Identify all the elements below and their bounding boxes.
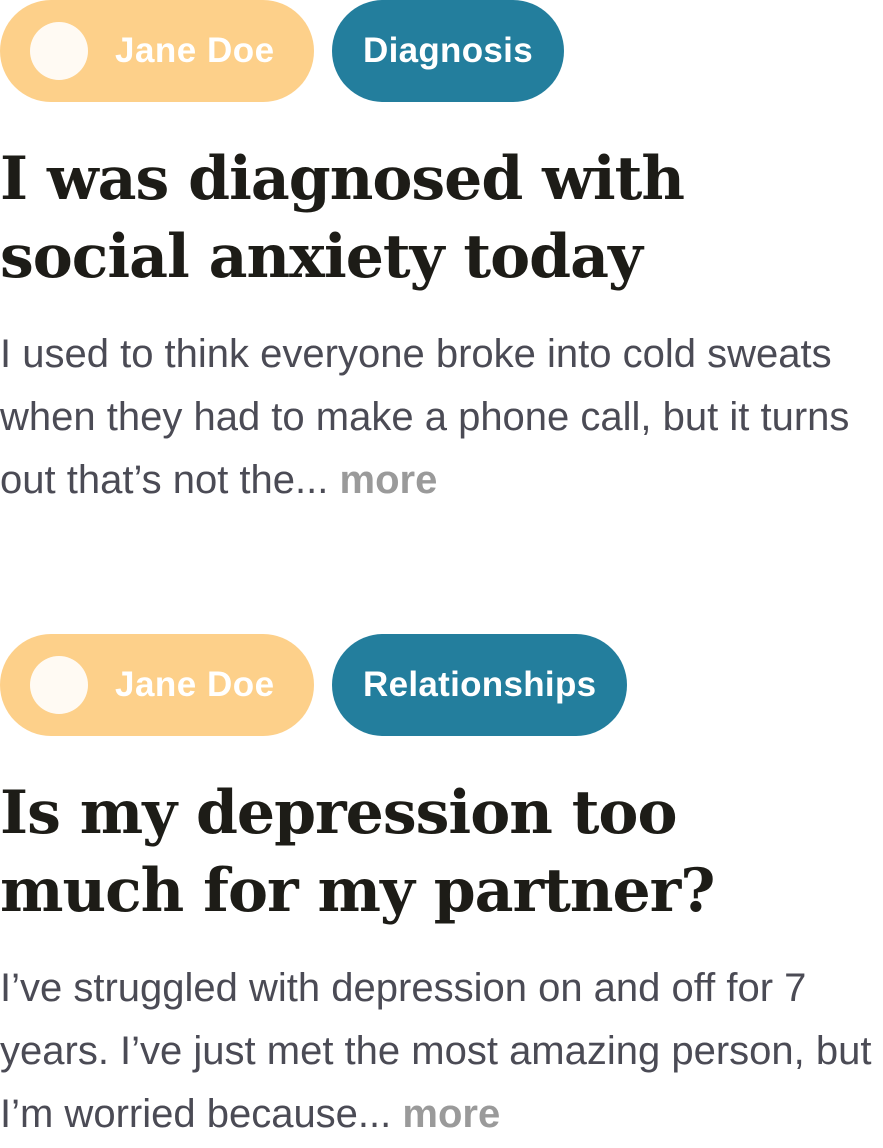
more-link[interactable]: more	[340, 458, 438, 502]
post-title[interactable]: I was diagnosed with social anxiety toda…	[0, 140, 883, 296]
category-tag[interactable]: Diagnosis	[332, 0, 564, 102]
post-title-line: Is my depression too	[0, 778, 677, 848]
post-tags: Jane Doe Relationships	[0, 634, 883, 736]
post-excerpt: I’ve struggled with depression on and of…	[0, 957, 883, 1146]
post-title-line: I was diagnosed with	[0, 144, 685, 214]
post-title-line: social anxiety today	[0, 222, 643, 292]
avatar	[30, 22, 88, 80]
post-title[interactable]: Is my depression too much for my partner…	[0, 774, 883, 930]
post-excerpt: I used to think everyone broke into cold…	[0, 323, 883, 512]
post-card[interactable]: Jane Doe Relationships Is my depression …	[0, 634, 883, 1136]
avatar	[30, 656, 88, 714]
author-name: Jane Doe	[115, 31, 275, 70]
category-tag[interactable]: Relationships	[332, 634, 628, 736]
post-card[interactable]: Jane Doe Diagnosis I was diagnosed with …	[0, 0, 883, 502]
post-title-line: much for my partner?	[0, 856, 715, 926]
author-chip[interactable]: Jane Doe	[0, 634, 314, 736]
author-name: Jane Doe	[115, 665, 275, 704]
author-chip[interactable]: Jane Doe	[0, 0, 314, 102]
post-tags: Jane Doe Diagnosis	[0, 0, 883, 102]
more-link[interactable]: more	[402, 1092, 500, 1136]
